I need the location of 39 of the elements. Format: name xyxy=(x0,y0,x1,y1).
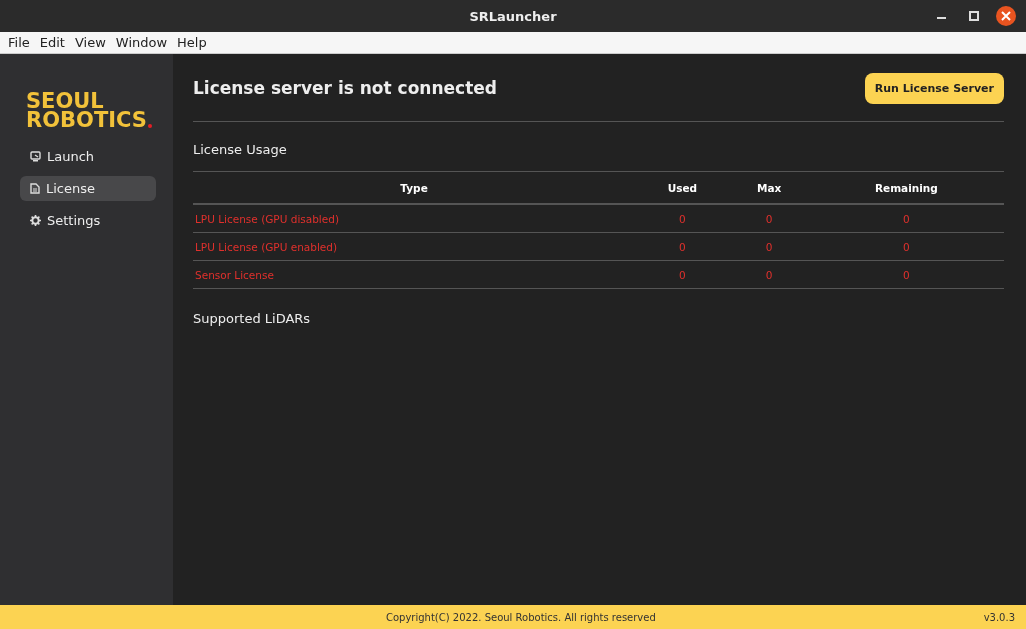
column-header: Used xyxy=(635,171,730,204)
document-icon xyxy=(30,183,40,194)
close-icon[interactable] xyxy=(996,6,1016,26)
table-cell: Sensor License xyxy=(193,260,636,289)
page-title: License server is not connected xyxy=(193,77,497,98)
table-cell: 0 xyxy=(808,204,1004,233)
table-cell: 0 xyxy=(808,232,1004,261)
table-cell: 0 xyxy=(635,260,730,289)
maximize-icon[interactable] xyxy=(969,11,979,21)
section-title: License Usage xyxy=(193,142,288,157)
table-cell: LPU License (GPU enabled) xyxy=(193,232,636,261)
logo-dot-icon xyxy=(147,124,152,128)
column-header: Type xyxy=(193,171,636,204)
logo-text: ROBOTICS xyxy=(26,111,147,130)
copyright-text: Copyright(C) 2022. Seoul Robotics. All rights reserved xyxy=(386,611,656,623)
run-server-button[interactable]: Run License Server xyxy=(864,73,1004,104)
nav-item[interactable]: Launch xyxy=(20,144,156,169)
menu-item[interactable]: File xyxy=(3,35,35,50)
menu-item[interactable]: Window xyxy=(110,35,173,50)
table-cell: 0 xyxy=(729,260,809,289)
table-cell: 0 xyxy=(729,232,809,261)
logo-text: SEOUL xyxy=(26,92,104,111)
column-header: Remaining xyxy=(808,171,1004,204)
table-cell: 0 xyxy=(635,204,730,233)
menu-item[interactable]: View xyxy=(69,35,111,50)
table-cell: 0 xyxy=(635,232,730,261)
nav-item[interactable]: Settings xyxy=(20,208,156,233)
monitor-icon xyxy=(30,151,41,162)
table-cell: 0 xyxy=(729,204,809,233)
table-cell: 0 xyxy=(808,260,1004,289)
nav-item[interactable]: License xyxy=(20,176,156,201)
settings-icon xyxy=(30,215,41,226)
column-header: Max xyxy=(729,171,809,204)
menu-item[interactable]: Help xyxy=(172,35,212,50)
version-text: v3.0.3 xyxy=(983,611,1015,623)
menu-item[interactable]: Edit xyxy=(34,35,70,50)
section-title: Supported LiDARs xyxy=(193,311,312,326)
window-title: SRLauncher xyxy=(469,8,557,24)
table-cell: LPU License (GPU disabled) xyxy=(193,204,636,233)
